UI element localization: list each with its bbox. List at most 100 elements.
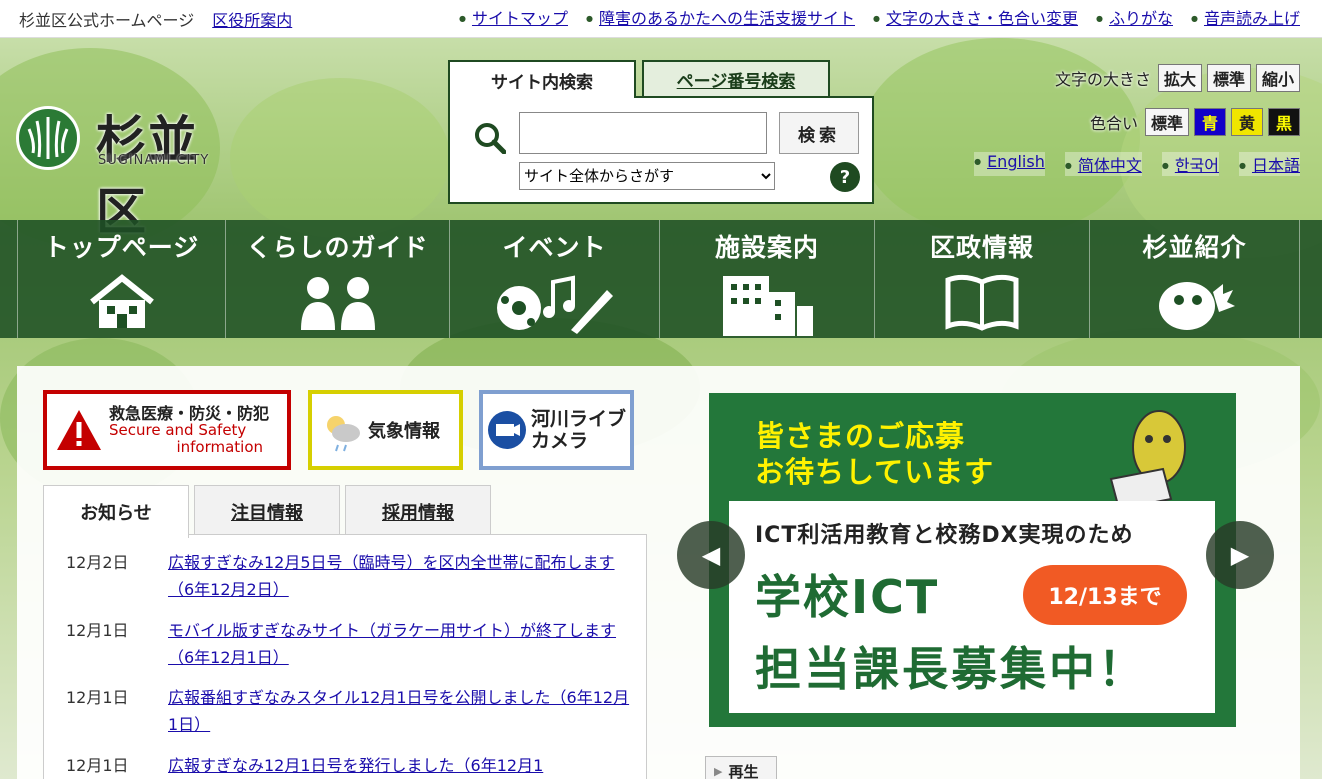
- search-panel: 検索 サイト全体からさがす ?: [448, 96, 874, 204]
- play-label: 再生: [728, 762, 759, 779]
- news-date: 12月2日: [66, 553, 129, 572]
- lang-japanese-link[interactable]: 日本語: [1239, 152, 1300, 176]
- news-link[interactable]: 広報すぎなみ12月5日号（臨時号）を区内全世帯に配布します（6年12月2日）: [168, 549, 632, 603]
- river-camera-line1: 河川ライブ: [531, 408, 627, 430]
- main-content: 救急医療・防災・防犯 Secure and Safety information…: [17, 366, 1300, 779]
- nav-events[interactable]: イベント: [450, 220, 660, 338]
- news-date: 12月1日: [66, 688, 129, 707]
- emergency-banner-en2: information: [176, 437, 264, 456]
- emergency-banner-en1: Secure and Safety: [109, 420, 247, 439]
- lang-english-link[interactable]: English: [974, 152, 1045, 176]
- slide-headline-2: お待ちしています: [755, 455, 995, 489]
- weather-banner-label: 気象情報: [368, 421, 440, 442]
- color-scheme-label: 色合い: [1089, 114, 1138, 133]
- list-item: 12月1日 モバイル版すぎなみサイト（ガラケー用サイト）が終了します（6年12月…: [66, 617, 646, 671]
- news-link[interactable]: 広報すぎなみ12月1日号を発行しました（6年12月1: [168, 752, 632, 779]
- slide-title-2: 担当課長募集中！: [755, 642, 1147, 696]
- camera-icon: [488, 411, 526, 449]
- search-button[interactable]: 検索: [779, 112, 859, 154]
- city-logo[interactable]: 杉並区 SUGINAMI CITY: [16, 100, 244, 241]
- emergency-banner[interactable]: 救急医療・防災・防犯 Secure and Safety information: [43, 390, 291, 470]
- nav-label: 区政情報: [929, 233, 1034, 262]
- color-yellow-button[interactable]: 黄: [1231, 108, 1263, 136]
- nav-living-guide[interactable]: くらしのガイド: [226, 220, 450, 338]
- furigana-link[interactable]: ふりがな: [1096, 5, 1173, 29]
- search-scope-select[interactable]: サイト全体からさがす: [519, 162, 775, 190]
- mascot-with-laptop-icon: [1109, 410, 1186, 511]
- list-item: 12月2日 広報すぎなみ12月5日号（臨時号）を区内全世帯に配布します（6年12…: [66, 549, 646, 603]
- nav-label: トップページ: [43, 233, 200, 262]
- emergency-banner-title: 救急医療・防災・防犯: [109, 403, 270, 423]
- disability-support-link[interactable]: 障害のあるかたへの生活支援サイト: [586, 5, 855, 29]
- news-list: 12月2日 広報すぎなみ12月5日号（臨時号）を区内全世帯に配布します（6年12…: [43, 534, 647, 779]
- carousel-prev-button[interactable]: ◀: [677, 521, 745, 589]
- utility-bar: 杉並区公式ホームページ 区役所案内 サイトマップ 障害のあるかたへの生活支援サイ…: [0, 0, 1322, 38]
- tab-page-number-search[interactable]: ページ番号検索: [642, 60, 830, 98]
- nav-label: イベント: [502, 233, 607, 262]
- slide-text-box: ICT利活用教育と校務DX実現のため 学校ICT 担当課長募集中！ 12/13ま…: [729, 501, 1215, 713]
- weather-icon: [327, 416, 360, 452]
- weather-banner[interactable]: 気象情報: [308, 390, 463, 470]
- buildings-icon: [723, 276, 813, 336]
- people-icon: [300, 277, 375, 330]
- news-date: 12月1日: [66, 621, 129, 640]
- warning-icon: [57, 410, 101, 450]
- site-name: 杉並区公式ホームページ: [19, 10, 195, 30]
- news-link[interactable]: モバイル版すぎなみサイト（ガラケー用サイト）が終了します（6年12月1日）: [168, 617, 632, 671]
- river-camera-banner[interactable]: 河川ライブ カメラ: [479, 390, 634, 470]
- sitemap-link[interactable]: サイトマップ: [459, 5, 568, 29]
- slide-subtitle: ICT利活用教育と校務DX実現のため: [755, 523, 1134, 548]
- help-icon[interactable]: ?: [830, 162, 860, 192]
- nav-spacer: [0, 220, 18, 338]
- nav-label: 施設案内: [714, 233, 819, 262]
- news-link[interactable]: 広報番組すぎなみスタイル12月1日号を公開しました（6年12月1日）: [168, 684, 632, 738]
- font-size-label: 文字の大きさ: [1054, 70, 1151, 89]
- language-links: English 简体中文 한국어 日本語: [974, 152, 1300, 176]
- tab-site-search[interactable]: サイト内検索: [448, 60, 636, 98]
- tab-recruitment[interactable]: 採用情報: [345, 485, 491, 537]
- lang-chinese-link[interactable]: 简体中文: [1064, 152, 1142, 176]
- color-scheme-controls: 色合い 標準 青 黄 黒: [1090, 108, 1300, 136]
- tab-notices[interactable]: お知らせ: [43, 485, 189, 538]
- color-blue-button[interactable]: 青: [1194, 108, 1226, 136]
- office-guide-link[interactable]: 区役所案内: [212, 7, 292, 31]
- play-icon: ▶: [714, 764, 723, 778]
- slide-title-1: 学校ICT: [755, 570, 940, 624]
- lang-korean-link[interactable]: 한국어: [1161, 152, 1219, 176]
- carousel-play-button[interactable]: ▶ 再生: [705, 756, 777, 779]
- font-size-standard-button[interactable]: 標準: [1206, 64, 1251, 92]
- search-box: サイト内検索 ページ番号検索 検索 サイト全体からさがす ?: [448, 60, 874, 204]
- font-size-enlarge-button[interactable]: 拡大: [1157, 64, 1202, 92]
- nav-about-suginami[interactable]: 杉並紹介: [1090, 220, 1300, 338]
- font-size-shrink-button[interactable]: 縮小: [1255, 64, 1300, 92]
- color-black-button[interactable]: 黒: [1268, 108, 1300, 136]
- nav-label: 杉並紹介: [1142, 233, 1247, 262]
- read-aloud-link[interactable]: 音声読み上げ: [1191, 5, 1300, 29]
- mascot-icon: [1158, 282, 1235, 330]
- nav-top-page[interactable]: トップページ: [18, 220, 226, 338]
- color-standard-button[interactable]: 標準: [1144, 108, 1189, 136]
- river-camera-line2: カメラ: [531, 430, 589, 452]
- text-size-color-link[interactable]: 文字の大きさ・色合い変更: [873, 5, 1078, 29]
- city-emblem-icon: [16, 106, 80, 170]
- carousel-next-button[interactable]: ▶: [1206, 521, 1274, 589]
- news-tabs: お知らせ 注目情報 採用情報: [43, 485, 647, 538]
- search-icon: [475, 123, 506, 154]
- nav-label: くらしのガイド: [246, 233, 429, 262]
- search-input[interactable]: [519, 112, 767, 154]
- house-icon: [89, 274, 154, 328]
- nav-administration[interactable]: 区政情報: [875, 220, 1090, 338]
- city-name-en: SUGINAMI CITY: [98, 153, 210, 168]
- nav-facilities[interactable]: 施設案内: [660, 220, 875, 338]
- list-item: 12月1日 広報すぎなみ12月1日号を発行しました（6年12月1: [66, 752, 646, 779]
- tab-featured[interactable]: 注目情報: [194, 485, 340, 537]
- global-nav: トップページ くらしのガイド イベント 施設案内 区政情報 杉並紹介: [0, 220, 1322, 338]
- book-icon: [945, 274, 1019, 331]
- utility-links: サイトマップ 障害のあるかたへの生活支援サイト 文字の大きさ・色合い変更 ふりが…: [459, 5, 1300, 29]
- ball-music-pencil-icon: [496, 275, 613, 334]
- carousel-slide[interactable]: 皆さまのご応募 お待ちしています ICT利活用教育と校務DX実現のため 学校IC…: [709, 393, 1236, 727]
- news-date: 12月1日: [66, 756, 129, 775]
- deadline-badge: 12/13まで: [1023, 565, 1187, 625]
- list-item: 12月1日 広報番組すぎなみスタイル12月1日号を公開しました（6年12月1日）: [66, 684, 646, 738]
